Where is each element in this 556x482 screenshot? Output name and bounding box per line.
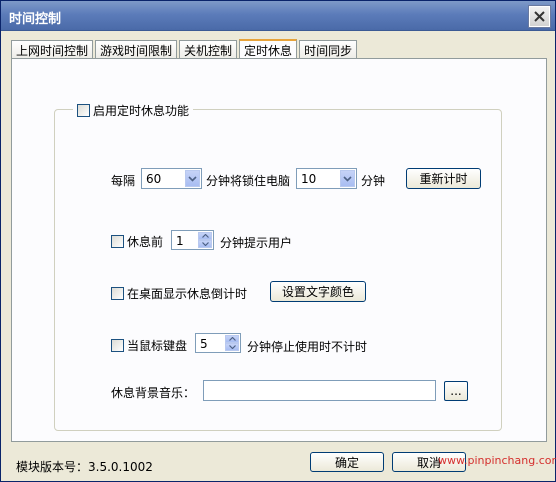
chevron-down-icon[interactable] [185,170,200,187]
spin-up-icon[interactable] [225,335,239,343]
spin-arrows[interactable] [225,335,239,351]
desktop-countdown-label: 在桌面显示休息倒计时 [127,287,248,301]
spin-down-icon[interactable] [198,240,212,248]
spin-down-icon[interactable] [225,343,239,351]
pre-rest-label: 休息前 [127,235,164,249]
pre-rest-stepper[interactable]: 1 [171,230,214,250]
tab-internet-time[interactable]: 上网时间控制 [11,40,94,59]
lock-duration-select[interactable]: 10 [296,168,357,189]
enable-rest-checkbox-row[interactable]: 启用定时休息功能 [73,102,194,118]
enable-rest-checkbox[interactable] [77,103,90,117]
music-label: 休息背景音乐： [111,386,196,400]
tab-shutdown[interactable]: 关机控制 [179,40,238,59]
version-label: 模块版本号：3.5.0.1002 [16,460,153,474]
idle-checkbox[interactable] [111,339,124,352]
lock-duration-suffix: 分钟 [361,174,386,188]
pre-rest-checkbox-row[interactable]: 休息前 [111,233,163,250]
spin-up-icon[interactable] [198,232,212,240]
tab-time-sync[interactable]: 时间同步 [299,40,358,59]
browse-button[interactable]: ... [444,381,468,401]
desktop-countdown-checkbox-row[interactable]: 在桌面显示休息倒计时 [111,285,247,302]
pre-rest-value: 1 [176,234,184,248]
pre-rest-checkbox[interactable] [111,235,124,248]
desktop-countdown-checkbox[interactable] [111,287,124,300]
idle-value: 5 [200,337,208,351]
restart-timer-button[interactable]: 重新计时 [406,168,481,189]
spin-arrows[interactable] [198,232,212,248]
title-bar: 时间控制 [1,1,555,31]
music-path-input[interactable] [203,380,436,401]
close-icon [534,11,545,22]
interval-prefix-label: 每隔 [111,174,136,188]
dialog-window: 时间控制 上网时间控制 游戏时间限制 关机控制 定时休息 时间同步 启用定时休息… [0,0,556,482]
interval-middle-label: 分钟将锁住电脑 [206,174,291,188]
window-title: 时间控制 [9,12,62,27]
set-text-color-button[interactable]: 设置文字颜色 [270,281,366,302]
enable-rest-label: 启用定时休息功能 [93,103,190,118]
tab-strip: 上网时间控制 游戏时间限制 关机控制 定时休息 时间同步 [11,38,359,60]
ok-button[interactable]: 确定 [310,452,384,472]
idle-label: 当鼠标键盘 [127,339,188,353]
pre-rest-suffix: 分钟提示用户 [220,236,293,250]
tab-scheduled-rest[interactable]: 定时休息 [239,39,298,60]
lock-duration-value: 10 [301,172,317,186]
chevron-down-icon[interactable] [340,170,355,187]
idle-checkbox-row[interactable]: 当鼠标键盘 [111,337,187,354]
tab-game-time[interactable]: 游戏时间限制 [95,40,178,59]
idle-stepper[interactable]: 5 [195,333,241,353]
idle-suffix: 分钟停止使用时不计时 [247,340,368,354]
interval-value: 60 [146,172,162,186]
watermark: www.pinpinchang.com [438,454,556,467]
close-button[interactable] [528,5,551,28]
interval-select[interactable]: 60 [141,168,202,189]
